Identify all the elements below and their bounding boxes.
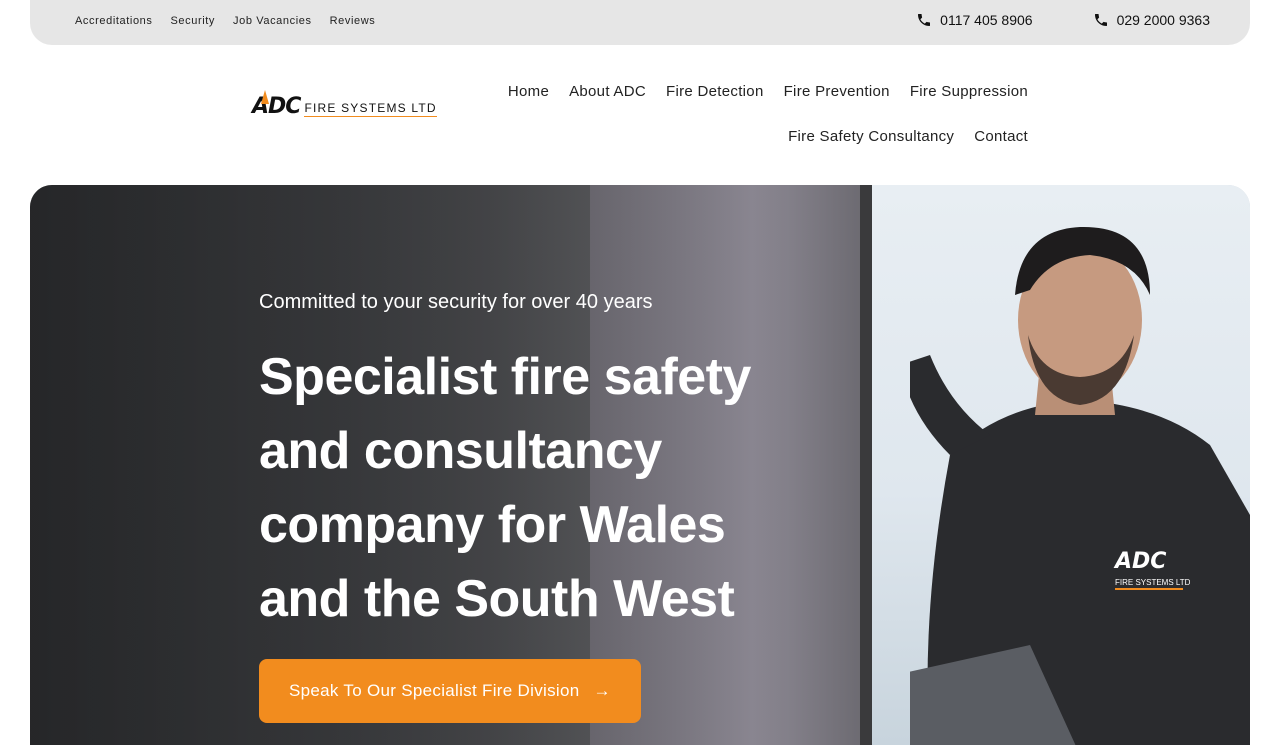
link-accreditations[interactable]: Accreditations	[75, 15, 153, 27]
link-job-vacancies[interactable]: Job Vacancies	[233, 15, 312, 27]
cta-label: Speak To Our Specialist Fire Division	[289, 681, 580, 700]
phone-icon	[918, 14, 931, 26]
hero-banner: ADC FIRE SYSTEMS LTD Committed to your s…	[30, 185, 1250, 745]
phone-icon	[1094, 14, 1107, 26]
phone-bristol[interactable]: 0117 405 8906	[916, 12, 1033, 28]
nav-fire-prevention[interactable]: Fire Prevention	[784, 83, 890, 100]
hero-person-image: ADC FIRE SYSTEMS LTD	[910, 226, 1250, 745]
jacket-logo-mark: ADC	[1113, 549, 1166, 574]
phone-number: 0117 405 8906	[940, 12, 1033, 28]
hero-headline: Specialist fire safety and consultancy c…	[259, 348, 751, 628]
nav-home[interactable]: Home	[508, 83, 549, 100]
hero-tagline: Committed to your security for over 40 y…	[259, 291, 653, 313]
site-logo[interactable]: ADC FIRE SYSTEMS LTD	[252, 90, 437, 118]
phone-number: 029 2000 9363	[1116, 12, 1210, 28]
flame-icon	[261, 90, 269, 104]
nav-about-adc[interactable]: About ADC	[569, 83, 646, 100]
main-nav-row-2: Fire Safety Consultancy Contact	[788, 128, 1028, 145]
arrow-right-icon: →	[593, 681, 611, 700]
link-security[interactable]: Security	[171, 15, 216, 27]
logo-mark: ADC	[252, 90, 301, 118]
phone-cardiff[interactable]: 029 2000 9363	[1093, 12, 1210, 28]
nav-fire-safety-consultancy[interactable]: Fire Safety Consultancy	[788, 128, 954, 145]
phone-numbers: 0117 405 8906 029 2000 9363	[916, 12, 1210, 28]
nav-fire-suppression[interactable]: Fire Suppression	[910, 83, 1028, 100]
hero-background-frame	[860, 185, 872, 745]
jacket-logo-text: FIRE SYSTEMS LTD	[1115, 578, 1191, 587]
nav-fire-detection[interactable]: Fire Detection	[666, 83, 764, 100]
nav-contact[interactable]: Contact	[974, 128, 1028, 145]
utility-links: Accreditations Security Job Vacancies Re…	[75, 15, 375, 27]
logo-text: FIRE SYSTEMS LTD	[304, 101, 437, 117]
link-reviews[interactable]: Reviews	[330, 15, 376, 27]
speak-to-specialist-button[interactable]: Speak To Our Specialist Fire Division →	[259, 659, 641, 723]
top-utility-bar: Accreditations Security Job Vacancies Re…	[30, 0, 1250, 45]
main-nav-row-1: Home About ADC Fire Detection Fire Preve…	[508, 83, 1028, 100]
